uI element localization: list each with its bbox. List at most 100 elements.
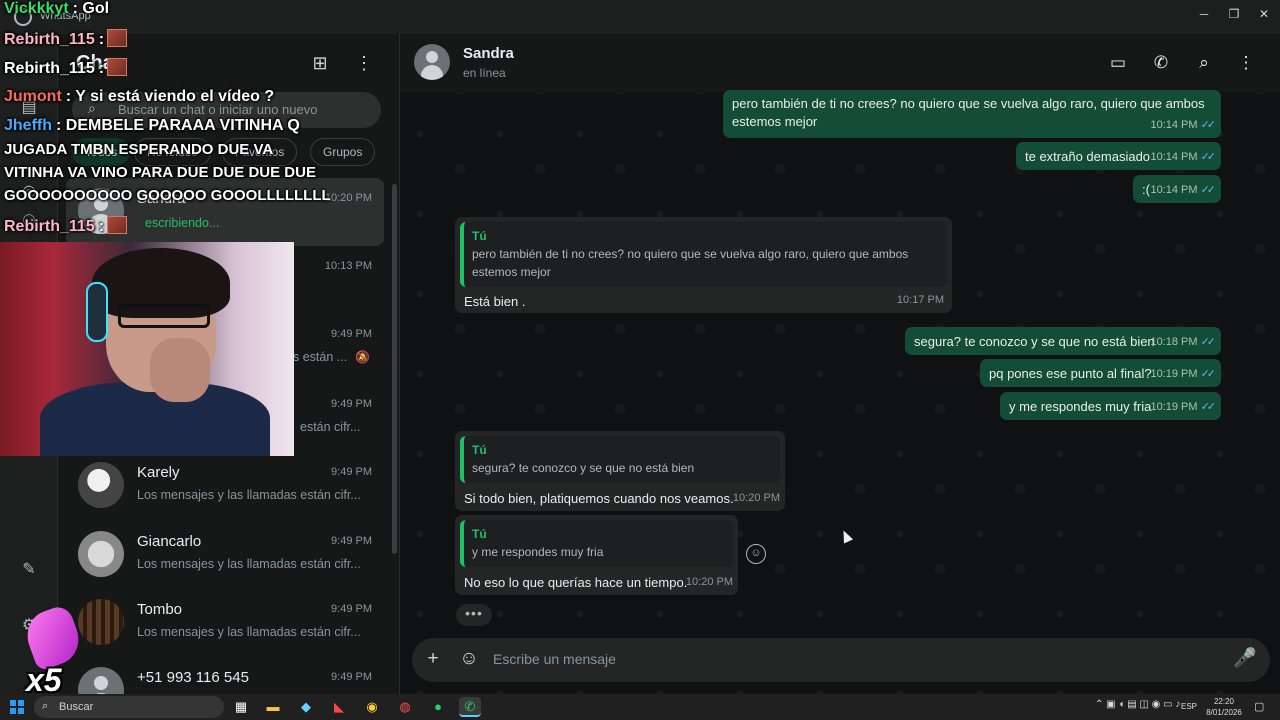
quote-text: estemos mejor [472, 265, 551, 279]
avatar [78, 531, 124, 577]
contact-status: en línea [463, 66, 506, 80]
message-incoming[interactable]: Tú pero también de ti no crees? no quier… [455, 217, 952, 313]
overlay-message: : Y si está viendo el vídeo ? [65, 88, 275, 105]
message-incoming[interactable]: Tú segura? te conozco y se que no está b… [455, 431, 785, 511]
chat-preview: están cifr... [300, 420, 361, 434]
starred-messages-icon[interactable]: ✎ [17, 558, 41, 582]
spotify-icon[interactable]: ● [427, 697, 449, 717]
windows-start-icon[interactable] [10, 700, 24, 714]
message-time: 10:14 PM [1150, 119, 1198, 131]
composer-placeholder: Escribe un mensaje [493, 651, 616, 667]
message-outgoing[interactable]: pero también de ti no crees? no quiero q… [723, 90, 1221, 138]
read-ticks-icon: ✓✓ [1200, 151, 1217, 163]
message-time: 10:19 PM [1150, 401, 1198, 413]
message-text: Está bien . [464, 294, 526, 309]
read-ticks-icon: ✓✓ [1200, 184, 1217, 196]
whatsapp-taskbar-icon[interactable]: ✆ [459, 697, 481, 717]
message-time: 10:19 PM [1150, 368, 1198, 380]
react-emoji-icon[interactable]: ☺ [746, 544, 766, 564]
message-outgoing[interactable]: te extraño demasiado 10:14 PM ✓✓ [1016, 142, 1221, 170]
stream-badge: x5 [10, 603, 86, 700]
chat-time: 10:13 PM [324, 260, 372, 272]
search-icon[interactable]: ⌕ [1192, 52, 1216, 76]
chat-row[interactable]: Tombo 9:49 PM Los mensajes y las llamada… [66, 589, 384, 657]
quote-text: pero también de ti no crees? no quiero q… [472, 247, 909, 261]
taskbar-search[interactable]: ⌕ Buscar [34, 696, 224, 718]
overlay-message: : DEMBELE PARAAA VITINHA Q [56, 117, 300, 134]
read-ticks-icon: ✓✓ [1200, 401, 1217, 413]
message-composer[interactable]: + ☺ Escribe un mensaje 🎤 [412, 638, 1270, 682]
quote-author: Tú [472, 443, 487, 457]
app-icon[interactable]: ◆ [295, 697, 317, 717]
menu-dots-icon[interactable]: ⋮ [1234, 52, 1258, 76]
message-outgoing[interactable]: pq pones ese punto al final? 10:19 PM ✓✓ [980, 359, 1221, 387]
system-tray-icons[interactable]: ⌃ ▣ ◖ ▤ ◫ ◉ ▭ ♪ [1095, 699, 1180, 710]
quote-author: Tú [472, 229, 487, 243]
overlay-username: Vickkkyt [4, 0, 69, 17]
maximize-button[interactable]: ❐ [1222, 4, 1246, 24]
avatar [78, 462, 124, 508]
overlay-username: Jumont [4, 88, 62, 105]
message-time: 10:20 PM [732, 492, 780, 504]
taskbar: ⌕ Buscar ▦ ▬ ◆ ◣ ◉ ◍ ● ✆ ⌃ ▣ ◖ ▤ ◫ ◉ ▭ ♪… [0, 694, 1280, 720]
overlay-message: : Gol [72, 0, 110, 17]
menu-dots-icon[interactable]: ⋮ [352, 52, 376, 76]
overlay-message: : [98, 31, 105, 48]
chat-row[interactable]: Karely 9:49 PM Los mensajes y las llamad… [66, 452, 384, 520]
overlay-chat-line: JUGADA TMBN ESPERANDO DUE VA [4, 141, 274, 158]
sticker-emoji-icon[interactable]: ☺ [457, 648, 481, 672]
message-incoming[interactable]: Tú y me respondes muy fria No eso lo que… [455, 515, 738, 595]
file-explorer-icon[interactable]: ▬ [262, 697, 284, 717]
notification-icon[interactable]: ▢ [1254, 700, 1264, 713]
stream-chat-overlay: Vickkkyt: Gol Rebirth_115: Rebirth_115: … [0, 0, 331, 240]
chat-time: 9:49 PM [331, 535, 372, 547]
minimize-button[interactable]: ─ [1192, 4, 1216, 24]
contact-avatar[interactable] [414, 44, 450, 80]
quote-text: segura? te conozco y se que no está bien [472, 461, 695, 475]
message-text: pero también de ti no crees? no quiero q… [732, 96, 1205, 111]
attach-plus-icon[interactable]: + [421, 648, 445, 672]
microphone-icon[interactable]: 🎤 [1233, 648, 1257, 672]
clock-date: 8/01/2026 [1206, 708, 1242, 717]
chat-preview: s están ... [293, 350, 348, 364]
chrome-icon[interactable]: ◉ [361, 697, 383, 717]
emote-icon [107, 58, 128, 76]
language-indicator[interactable]: ESP [1181, 702, 1197, 711]
overlay-message: : [98, 218, 105, 235]
taskbar-clock[interactable]: 22:20 8/01/2026 [1202, 696, 1246, 718]
muted-bell-icon: 🔕 [355, 350, 370, 364]
contact-name: Sandra [463, 45, 514, 62]
conversation-header[interactable]: Sandra en línea ▭ ✆ ⌕ ⋮ [400, 34, 1280, 92]
mouse-cursor-icon [838, 528, 854, 544]
avatar [78, 599, 124, 645]
quoted-message[interactable]: Tú segura? te conozco y se que no está b… [460, 436, 780, 483]
app-icon[interactable]: ◣ [328, 697, 350, 717]
quoted-message[interactable]: Tú y me respondes muy fria [460, 520, 733, 567]
message-time: 10:17 PM [896, 294, 944, 306]
chat-list-scrollbar[interactable] [392, 184, 397, 554]
quote-text: y me respondes muy fria [472, 545, 604, 559]
task-view-icon[interactable]: ▦ [230, 697, 252, 717]
overlay-chat-line: VITINHA VA VINO PARA DUE DUE DUE DUE [4, 164, 316, 181]
overlay-username: Jheffh [4, 117, 52, 134]
quoted-message[interactable]: Tú pero también de ti no crees? no quier… [460, 222, 947, 287]
message-outgoing[interactable]: y me respondes muy fria 10:19 PM ✓✓ [1000, 392, 1221, 420]
obs-icon[interactable]: ◍ [394, 697, 416, 717]
message-outgoing[interactable]: segura? te conozco y se que no está bien… [905, 327, 1221, 355]
video-call-icon[interactable]: ▭ [1106, 52, 1130, 76]
chat-time: 9:49 PM [331, 328, 372, 340]
quote-author: Tú [472, 527, 487, 541]
chat-preview: Los mensajes y las llamadas están cifr..… [137, 625, 361, 639]
message-time: 10:20 PM [685, 576, 733, 588]
chat-row[interactable]: Giancarlo 9:49 PM Los mensajes y las lla… [66, 521, 384, 589]
overlay-chat-line: Rebirth_115: [4, 58, 128, 78]
chat-preview: Los mensajes y las llamadas están cifr..… [137, 557, 361, 571]
message-text: estemos mejor [732, 114, 818, 129]
message-time: 10:14 PM [1150, 184, 1198, 196]
chat-name: Karely [137, 464, 180, 481]
conversation-pane: Sandra en línea ▭ ✆ ⌕ ⋮ pero también de … [400, 34, 1280, 694]
voice-call-icon[interactable]: ✆ [1149, 52, 1173, 76]
close-button[interactable]: ✕ [1252, 4, 1276, 24]
chat-name: +51 993 116 545 [137, 669, 249, 686]
message-outgoing[interactable]: :( 10:14 PM ✓✓ [1133, 175, 1221, 203]
